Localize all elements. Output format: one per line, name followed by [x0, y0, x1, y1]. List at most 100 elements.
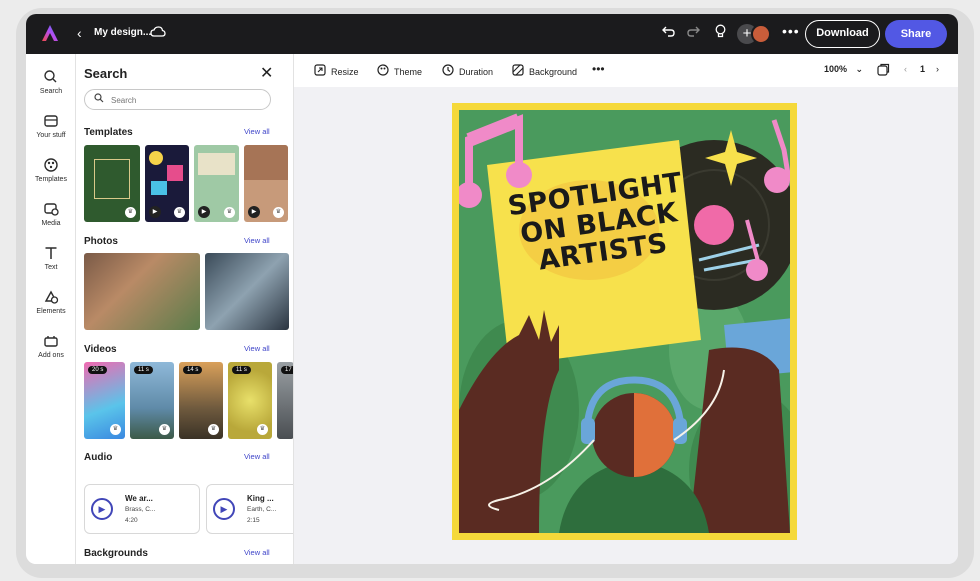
more-tools-icon[interactable]: ••• [592, 62, 605, 76]
rail-label: Search [39, 88, 63, 95]
app-logo-icon[interactable] [40, 23, 60, 43]
duration-badge: 20 s [88, 366, 108, 374]
resize-button[interactable]: Resize [314, 64, 359, 77]
premium-icon: ♛ [174, 207, 185, 218]
cloud-icon[interactable] [150, 25, 166, 39]
clock-icon [442, 64, 454, 76]
search-icon [94, 93, 104, 103]
theme-button[interactable]: Theme [377, 64, 422, 77]
collaborators[interactable]: + [737, 24, 771, 44]
duration-button[interactable]: Duration [442, 64, 493, 77]
section-title-backgrounds: Backgrounds [84, 548, 148, 559]
play-icon[interactable]: ▶ [213, 498, 235, 520]
audio-artist: Brass, C... [125, 506, 156, 513]
video-thumbnail[interactable]: 11 s ♛ [130, 362, 174, 439]
rail-item-your-stuff[interactable]: Your stuff [26, 112, 76, 139]
left-rail: Search Your stuff Templates Media Text E… [26, 54, 76, 564]
play-icon: ▶ [198, 206, 210, 218]
view-all-templates-link[interactable]: View all [244, 127, 270, 136]
more-options-icon[interactable]: ••• [782, 23, 800, 39]
photo-thumbnail[interactable] [84, 253, 200, 330]
search-input[interactable] [111, 93, 261, 107]
panel-title: Search [84, 66, 128, 81]
video-thumbnail[interactable]: 11 s ♛ [228, 362, 272, 439]
audio-card[interactable]: ▶ King ... Earth, C... 2:15 [206, 484, 293, 534]
video-thumbnail[interactable]: 14 s ♛ [179, 362, 223, 439]
poster-illustration [459, 113, 790, 533]
premium-icon: ♛ [125, 207, 136, 218]
section-title-photos: Photos [84, 236, 118, 247]
view-all-videos-link[interactable]: View all [244, 344, 270, 353]
back-chevron-icon[interactable]: ‹ [77, 25, 82, 41]
zoom-value: 100% [824, 64, 848, 74]
photo-thumbnail[interactable] [205, 253, 289, 330]
download-button[interactable]: Download [805, 20, 880, 48]
rail-item-add-ons[interactable]: Add ons [26, 332, 76, 359]
duration-badge: 17 [281, 366, 293, 374]
play-icon[interactable]: ▶ [91, 498, 113, 520]
premium-icon: ♛ [273, 207, 284, 218]
section-title-templates: Templates [84, 127, 133, 138]
prev-page-icon[interactable]: ‹ [904, 64, 907, 74]
zoom-select[interactable]: 100% ⌄ [824, 64, 863, 75]
template-thumbnail[interactable]: ♛ [84, 145, 140, 222]
section-title-videos: Videos [84, 344, 117, 355]
audio-title: King ... [247, 494, 274, 503]
duration-badge: 11 s [232, 366, 251, 374]
document-title[interactable]: My design... [94, 27, 151, 38]
share-button[interactable]: Share [885, 20, 947, 48]
audio-length: 4:20 [125, 517, 138, 524]
templates-icon [44, 158, 58, 172]
canvas-toolbar: Resize Theme Duration Background ••• 100… [294, 54, 958, 87]
text-icon [45, 247, 57, 259]
search-field[interactable] [84, 89, 271, 110]
audio-card[interactable]: ▶ We ar... Brass, C... 4:20 [84, 484, 200, 534]
rail-item-search[interactable]: Search [26, 68, 76, 95]
resize-icon [314, 64, 326, 76]
theme-icon [377, 64, 389, 76]
poster-artboard[interactable]: SPOTLIGHT ON BLACK ARTISTS [452, 103, 797, 540]
view-all-audio-link[interactable]: View all [244, 452, 270, 461]
play-icon: ▶ [149, 206, 161, 218]
view-all-photos-link[interactable]: View all [244, 236, 270, 245]
template-thumbnail[interactable]: ▶ ♛ [194, 145, 239, 222]
poster-artwork: SPOTLIGHT ON BLACK ARTISTS [459, 110, 790, 533]
elements-icon [44, 290, 59, 304]
duration-label: Duration [459, 67, 494, 77]
section-title-audio: Audio [84, 452, 113, 463]
close-icon[interactable]: ✕ [260, 63, 273, 83]
premium-icon: ♛ [224, 207, 235, 218]
rail-item-elements[interactable]: Elements [26, 288, 76, 315]
background-button[interactable]: Background [512, 64, 577, 77]
top-bar: ‹ My design... + ••• Download Share [26, 14, 958, 54]
view-all-backgrounds-link[interactable]: View all [244, 548, 270, 557]
rail-item-text[interactable]: Text [26, 244, 76, 271]
rail-label: Media [41, 220, 61, 227]
redo-icon[interactable] [686, 24, 700, 38]
audio-artist: Earth, C... [247, 506, 277, 513]
template-thumbnail[interactable]: ▶ ♛ [145, 145, 189, 222]
template-thumbnail[interactable]: ▶ ♛ [244, 145, 288, 222]
play-icon: ▶ [248, 206, 260, 218]
media-icon [44, 203, 59, 216]
duration-badge: 11 s [134, 366, 153, 374]
rail-label: Your stuff [36, 132, 66, 139]
premium-icon: ♛ [110, 424, 121, 435]
search-icon [44, 70, 57, 83]
next-page-icon[interactable]: › [936, 64, 939, 74]
avatar[interactable] [751, 24, 771, 44]
folder-icon [44, 115, 58, 127]
rail-item-templates[interactable]: Templates [26, 156, 76, 183]
video-thumbnail[interactable]: 17 [277, 362, 293, 439]
undo-icon[interactable] [662, 24, 676, 38]
rail-item-media[interactable]: Media [26, 200, 76, 227]
rail-label: Text [44, 264, 58, 271]
chevron-down-icon: ⌄ [855, 64, 864, 74]
background-icon [512, 64, 524, 76]
video-thumbnail[interactable]: 20 s ♛ [84, 362, 125, 439]
lightbulb-icon[interactable] [714, 24, 727, 39]
pages-icon[interactable] [877, 63, 890, 76]
app-window: ‹ My design... + ••• Download Share Sear… [26, 14, 958, 564]
audio-length: 2:15 [247, 517, 260, 524]
rail-label: Add ons [38, 352, 64, 359]
